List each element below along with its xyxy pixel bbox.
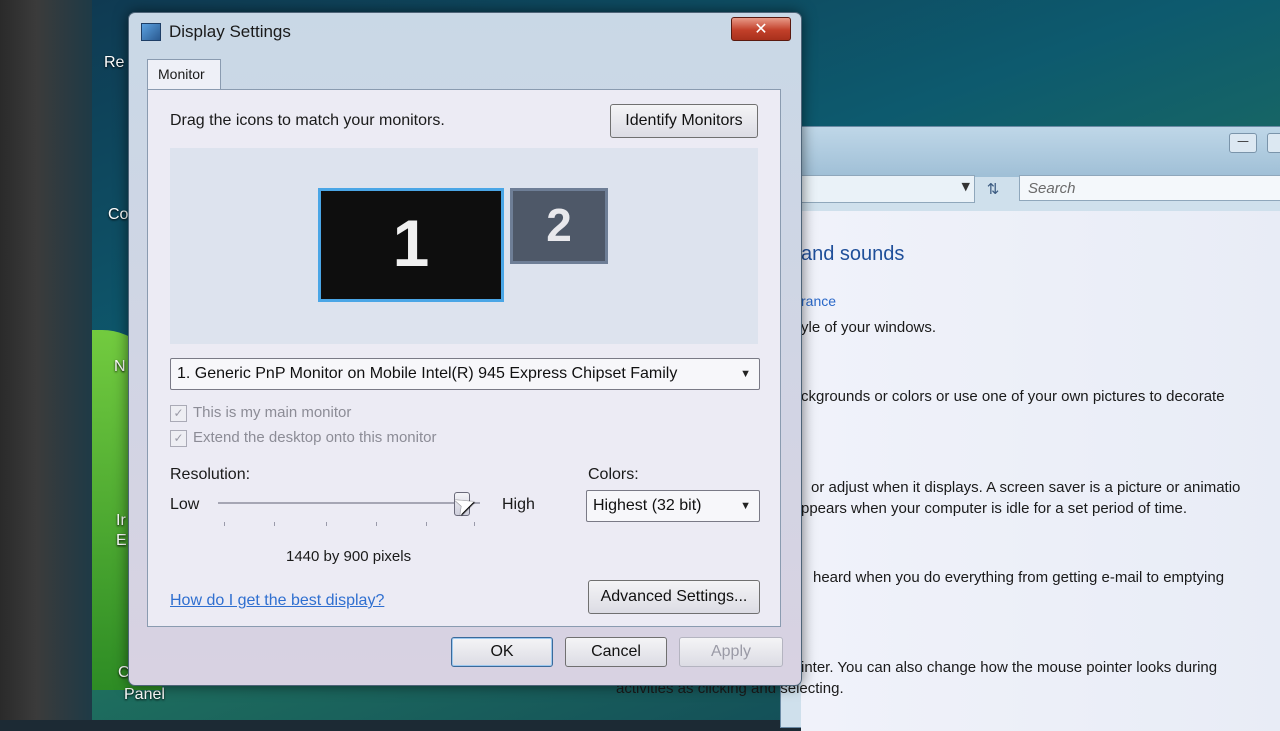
slider-tick bbox=[326, 522, 327, 526]
screen-bezel bbox=[0, 0, 92, 720]
slider-tick bbox=[274, 522, 275, 526]
description-text: ppears when your computer is idle for a … bbox=[801, 500, 1188, 517]
help-link[interactable]: How do I get the best display? bbox=[170, 592, 384, 610]
ok-button[interactable]: OK bbox=[451, 637, 553, 667]
description-text: ckgrounds or colors or use one of your o… bbox=[801, 388, 1225, 405]
chevron-down-icon[interactable]: ▼ bbox=[740, 491, 751, 521]
display-settings-icon bbox=[141, 23, 161, 41]
desktop-icon-label[interactable]: N bbox=[114, 358, 126, 376]
resolution-value: 1440 by 900 pixels bbox=[286, 548, 412, 565]
slider-tick bbox=[426, 522, 427, 526]
chevron-down-icon[interactable]: ▼ bbox=[740, 359, 751, 389]
colors-label: Colors: bbox=[588, 466, 639, 483]
category-link[interactable]: rance bbox=[801, 293, 836, 309]
resolution-slider-track[interactable] bbox=[218, 502, 480, 504]
category-heading: and sounds bbox=[801, 243, 905, 265]
description-text: or adjust when it displays. A screen sav… bbox=[811, 479, 1241, 496]
slider-tick bbox=[224, 522, 225, 526]
resolution-high-label: High bbox=[502, 496, 535, 513]
display-settings-dialog: Display Settings ✕ Monitor Drag the icon… bbox=[128, 12, 802, 686]
close-button[interactable]: ✕ bbox=[731, 17, 791, 41]
dialog-title: Display Settings bbox=[169, 22, 291, 41]
description-text: yle of your windows. bbox=[801, 319, 937, 336]
control-panel-content: and sounds rance yle of your windows. ck… bbox=[801, 211, 1280, 731]
resolution-low-label: Low bbox=[170, 496, 200, 513]
extend-desktop-label: Extend the desktop onto this monitor bbox=[193, 429, 437, 446]
instruction-text: Drag the icons to match your monitors. bbox=[170, 112, 445, 129]
main-monitor-label: This is my main monitor bbox=[193, 404, 352, 421]
refresh-icon[interactable]: ⇅ bbox=[981, 177, 1005, 201]
control-panel-titlebar bbox=[781, 127, 1280, 177]
monitor-1-icon[interactable]: 1 bbox=[318, 188, 504, 302]
chevron-down-icon[interactable]: ▼ bbox=[962, 180, 970, 193]
main-monitor-checkbox[interactable]: ✓ bbox=[170, 404, 187, 422]
dialog-titlebar[interactable]: Display Settings ✕ bbox=[129, 13, 801, 53]
monitor-tab-panel: Drag the icons to match your monitors. I… bbox=[147, 89, 781, 627]
description-text: heard when you do everything from gettin… bbox=[813, 569, 1225, 586]
desktop-icon-label[interactable]: Re bbox=[104, 54, 124, 72]
extend-desktop-checkbox[interactable]: ✓ bbox=[170, 429, 187, 447]
control-panel-window: — ▼ ⇅ Search and sounds rance yle of you… bbox=[780, 126, 1280, 731]
advanced-settings-button[interactable]: Advanced Settings... bbox=[588, 580, 760, 614]
monitor-select-value: 1. Generic PnP Monitor on Mobile Intel(R… bbox=[177, 365, 678, 382]
address-bar[interactable]: ▼ bbox=[801, 175, 975, 203]
resolution-label: Resolution: bbox=[170, 466, 251, 483]
identify-monitors-button[interactable]: Identify Monitors bbox=[610, 104, 758, 138]
main-monitor-checkbox-row[interactable]: ✓ This is my main monitor bbox=[170, 404, 351, 422]
monitor-select[interactable]: 1. Generic PnP Monitor on Mobile Intel(R… bbox=[170, 358, 760, 390]
cancel-button[interactable]: Cancel bbox=[565, 637, 667, 667]
extend-desktop-checkbox-row[interactable]: ✓ Extend the desktop onto this monitor bbox=[170, 429, 436, 447]
desktop-icon-label[interactable]: Ir bbox=[116, 512, 126, 530]
monitor-arrangement-area: 1 2 bbox=[170, 148, 758, 344]
tab-monitor[interactable]: Monitor bbox=[147, 59, 221, 89]
colors-select-value: Highest (32 bit) bbox=[593, 497, 702, 514]
minimize-button[interactable]: — bbox=[1229, 133, 1257, 153]
mouse-pointer-icon: ➤ bbox=[449, 487, 481, 523]
description-text: inter. You can also change how the mouse… bbox=[801, 659, 1218, 676]
search-input[interactable]: Search bbox=[1019, 175, 1280, 201]
desktop-icon-label[interactable]: E bbox=[116, 532, 127, 550]
desktop-icon-label[interactable]: Panel bbox=[124, 686, 165, 704]
colors-select[interactable]: Highest (32 bit) ▼ bbox=[586, 490, 760, 522]
slider-tick bbox=[376, 522, 377, 526]
desktop-icon-label[interactable]: Co bbox=[108, 206, 128, 224]
monitor-2-icon[interactable]: 2 bbox=[510, 188, 608, 264]
slider-tick bbox=[474, 522, 475, 526]
maximize-button[interactable] bbox=[1267, 133, 1280, 153]
apply-button: Apply bbox=[679, 637, 783, 667]
